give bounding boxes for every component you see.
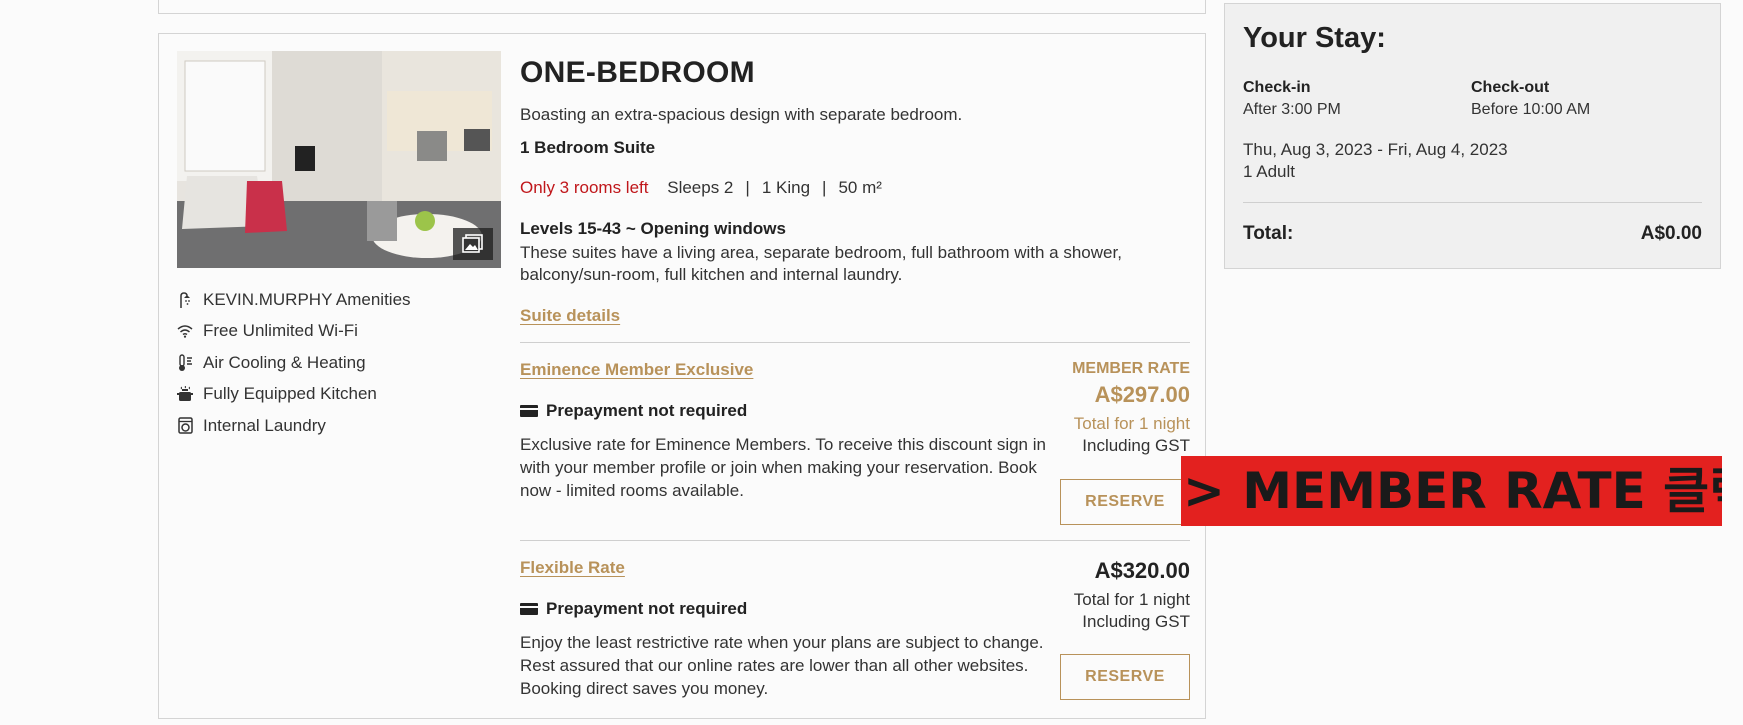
rate-total: Total for 1 night [1073, 414, 1190, 433]
prepay-label: Prepayment not required [546, 599, 748, 618]
member-rate-tag[interactable]: MEMBER RATE [1072, 360, 1190, 378]
rate-gst: Including GST [1082, 436, 1190, 455]
rate-gst: Including GST [1082, 612, 1190, 631]
rate-description: Exclusive rate for Eminence Members. To … [520, 435, 1046, 500]
room-card: KEVIN.MURPHY Amenities Free Unlimited Wi… [158, 33, 1206, 719]
shower-icon [177, 291, 193, 309]
pot-icon [177, 385, 193, 403]
checkin-col: Check-in After 3:00 PM [1243, 77, 1471, 121]
levels-title: Levels 15-43 ~ Opening windows [520, 219, 786, 238]
amenity-item: KEVIN.MURPHY Amenities [177, 284, 497, 316]
stay-dates: Thu, Aug 3, 2023 - Fri, Aug 4, 2023 [1243, 140, 1508, 159]
bed-info: 1 King [761, 178, 811, 197]
washing-machine-icon [177, 417, 193, 435]
checkin-value: After 3:00 PM [1243, 101, 1341, 118]
size-info: 50 m² [838, 178, 882, 197]
instruction-annotation: > MEMBER RATE 클릭! [1181, 456, 1722, 526]
price-column: A$320.00 Total for 1 night Including GST [1074, 558, 1190, 632]
rate-total: Total for 1 night [1073, 590, 1190, 609]
room-type: 1 Bedroom Suite [520, 138, 656, 157]
rate-member: Eminence Member Exclusive Prepayment not… [520, 343, 1190, 540]
credit-card-icon [520, 405, 538, 417]
price-column: MEMBER RATE A$297.00 Total for 1 night I… [1072, 360, 1190, 456]
amenity-label: KEVIN.MURPHY Amenities [203, 289, 411, 309]
amenities-list: KEVIN.MURPHY Amenities Free Unlimited Wi… [177, 284, 497, 442]
rate-name-link[interactable]: Eminence Member Exclusive [520, 360, 753, 380]
checkout-col: Check-out Before 10:00 AM [1471, 77, 1699, 121]
sleeps-info: Sleeps 2 [667, 178, 734, 197]
amenity-label: Internal Laundry [203, 415, 326, 435]
room-photo[interactable] [177, 51, 501, 268]
checkout-value: Before 10:00 AM [1471, 101, 1591, 118]
rate-price: A$320.00 [1094, 558, 1190, 583]
levels-description: These suites have a living area, separat… [520, 243, 1122, 284]
availability-alert: Only 3 rooms left [520, 178, 649, 197]
prepay-info: Prepayment not required [520, 599, 747, 619]
checkin-label: Check-in [1243, 79, 1311, 96]
stay-title: Your Stay: [1243, 22, 1386, 54]
reserve-button[interactable]: RESERVE [1060, 654, 1190, 700]
divider [1243, 202, 1702, 203]
stay-dates-block: Thu, Aug 3, 2023 - Fri, Aug 4, 2023 1 Ad… [1243, 139, 1702, 183]
stay-total: Total: A$0.00 [1243, 223, 1702, 245]
room-description: Boasting an extra-spacious design with s… [520, 105, 963, 124]
rate-name-link[interactable]: Flexible Rate [520, 558, 625, 578]
amenity-label: Fully Equipped Kitchen [203, 384, 377, 404]
amenity-item: Air Cooling & Heating [177, 347, 497, 379]
amenity-label: Free Unlimited Wi-Fi [203, 321, 358, 341]
checkin-checkout: Check-in After 3:00 PM Check-out Before … [1243, 77, 1702, 121]
amenity-item: Fully Equipped Kitchen [177, 379, 497, 411]
suite-details-link[interactable]: Suite details [520, 306, 620, 326]
your-stay-panel: Your Stay: Check-in After 3:00 PM Check-… [1224, 3, 1721, 269]
amenity-label: Air Cooling & Heating [203, 352, 366, 372]
checkout-label: Check-out [1471, 79, 1550, 96]
rate-description: Enjoy the least restrictive rate when yo… [520, 633, 1044, 698]
rate-flexible: Flexible Rate Prepayment not required En… [520, 541, 1190, 725]
thermometer-fan-icon [177, 354, 193, 372]
prepay-info: Prepayment not required [520, 401, 747, 421]
amenity-item: Free Unlimited Wi-Fi [177, 316, 497, 348]
amenity-item: Internal Laundry [177, 410, 497, 442]
gallery-button[interactable] [453, 228, 493, 260]
rate-price: A$297.00 [1094, 382, 1190, 407]
previous-room-card [158, 0, 1206, 14]
room-title: ONE-BEDROOM [520, 56, 755, 89]
wifi-icon [177, 322, 193, 340]
prepay-label: Prepayment not required [546, 401, 748, 420]
room-meta: Only 3 rooms left Sleeps 2 | 1 King | 50 m² [520, 178, 882, 197]
gallery-icon [462, 234, 483, 253]
reserve-button[interactable]: RESERVE [1060, 479, 1190, 525]
stay-guests: 1 Adult [1243, 162, 1295, 181]
credit-card-icon [520, 603, 538, 615]
total-label: Total: [1243, 223, 1294, 244]
total-value: A$0.00 [1640, 223, 1702, 244]
room-details: ONE-BEDROOM Boasting an extra-spacious d… [520, 51, 1190, 725]
